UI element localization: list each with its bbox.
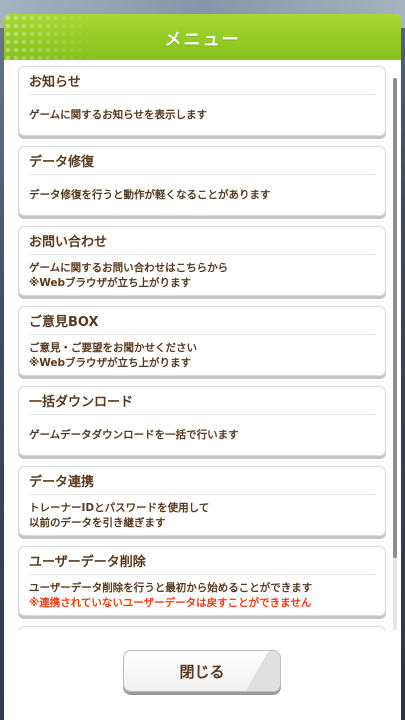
menu-item-title: 一括ダウンロード — [29, 393, 375, 415]
menu-item-delete-user-data[interactable]: ユーザーデータ削除 ユーザーデータ削除を行うと最初から始めることができます ※連… — [18, 546, 386, 616]
description-line: ゲームデータダウンロードを一括で行います — [29, 429, 239, 441]
menu-item-data-link[interactable]: データ連携 トレーナーIDとパスワードを使用して 以前のデータを引き継ぎます — [18, 466, 386, 536]
description-line: ご意見・ご要望をお聞かせください — [29, 342, 197, 354]
menu-item-description: ご意見・ご要望をお聞かせください ※Webブラウザが立ち上がります — [29, 335, 375, 371]
menu-item-title: ユーザーデータ削除 — [29, 553, 375, 575]
menu-item-contact[interactable]: お問い合わせ ゲームに関するお問い合わせはこちらから ※Webブラウザが立ち上が… — [18, 226, 386, 296]
menu-item-news[interactable]: お知らせ ゲームに関するお知らせを表示します — [18, 66, 386, 136]
scrollbar[interactable] — [393, 78, 397, 634]
warning-text: ※連携されていないユーザーデータは戻すことができません — [29, 597, 312, 609]
description-line: ※Webブラウザが立ち上がります — [29, 357, 192, 369]
header-dot-pattern — [4, 14, 94, 60]
description-line: ユーザーデータ削除を行うと最初から始めることができます — [29, 582, 313, 594]
description-line: トレーナーIDとパスワードを使用して — [29, 502, 210, 514]
description-line: ゲームに関するお問い合わせはこちらから — [29, 262, 229, 274]
close-button[interactable]: 閉じる — [123, 650, 281, 692]
menu-item-feedback-box[interactable]: ご意見BOX ご意見・ご要望をお聞かせください ※Webブラウザが立ち上がります — [18, 306, 386, 376]
dialog-title: メニュー — [164, 29, 241, 50]
menu-item-description: ユーザーデータ削除を行うと最初から始めることができます ※連携されていないユーザ… — [29, 575, 375, 611]
menu-item-bulk-download[interactable]: 一括ダウンロード ゲームデータダウンロードを一括で行います — [18, 386, 386, 456]
menu-item-description: ゲームに関するお問い合わせはこちらから ※Webブラウザが立ち上がります — [29, 255, 375, 291]
menu-dialog: メニュー お知らせ ゲームに関するお知らせを表示します データ修復 データ修復を… — [4, 14, 401, 720]
close-button-label: 閉じる — [179, 662, 225, 681]
menu-item-title: データ修復 — [29, 153, 375, 175]
menu-item-description: ゲームに関するお知らせを表示します — [29, 95, 375, 123]
description-line: 以前のデータを引き継ぎます — [29, 517, 166, 529]
menu-item-title: ご意見BOX — [29, 313, 375, 335]
menu-list: お知らせ ゲームに関するお知らせを表示します データ修復 データ修復を行うと動作… — [4, 66, 395, 640]
menu-item-title: お問い合わせ — [29, 233, 375, 255]
description-line: ※Webブラウザが立ち上がります — [29, 277, 192, 289]
dialog-header: メニュー — [4, 14, 401, 60]
menu-item-description: トレーナーIDとパスワードを使用して 以前のデータを引き継ぎます — [29, 495, 375, 531]
menu-item-description: ゲームデータダウンロードを一括で行います — [29, 415, 375, 443]
description-line: ゲームに関するお知らせを表示します — [29, 109, 207, 121]
description-line: データ修復を行うと動作が軽くなることがあります — [29, 189, 271, 201]
menu-item-title: データ連携 — [29, 473, 375, 495]
scrollbar-thumb[interactable] — [393, 78, 397, 558]
dialog-footer: 閉じる — [4, 630, 401, 720]
menu-item-data-repair[interactable]: データ修復 データ修復を行うと動作が軽くなることがあります — [18, 146, 386, 216]
menu-item-title: お知らせ — [29, 73, 375, 95]
menu-item-description: データ修復を行うと動作が軽くなることがあります — [29, 175, 375, 203]
